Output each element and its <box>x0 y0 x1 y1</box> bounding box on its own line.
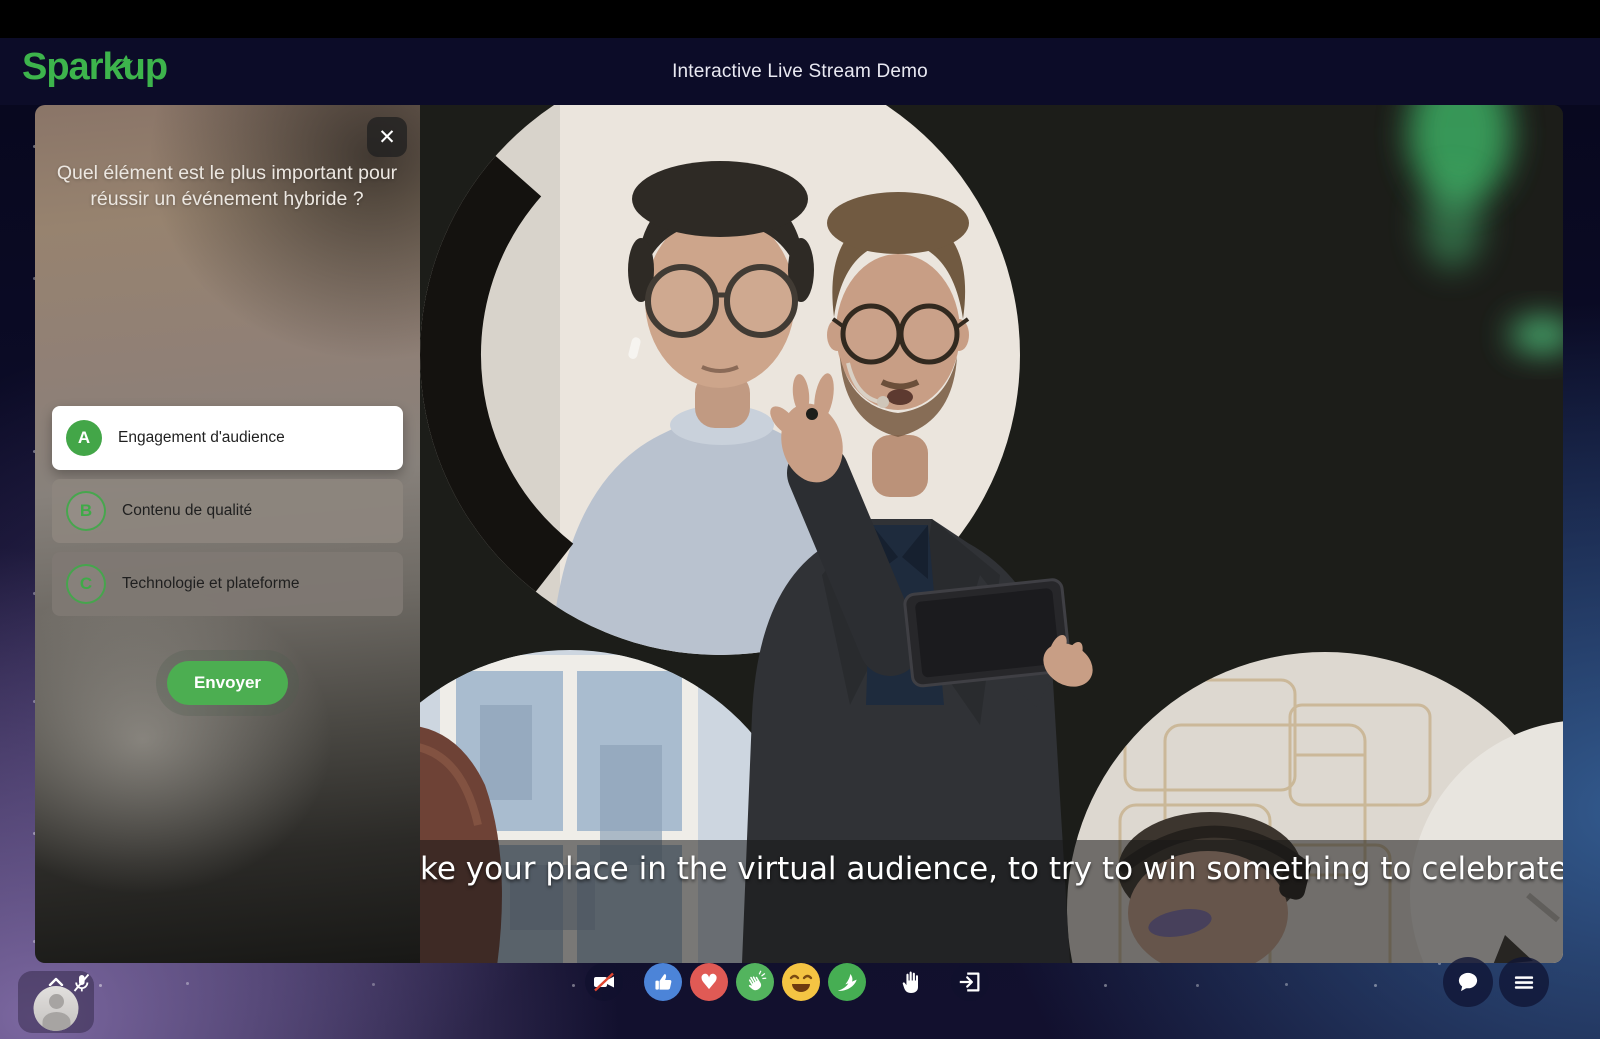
option-b-badge: B <box>66 491 106 531</box>
clap-icon[interactable] <box>736 963 774 1001</box>
heart-icon[interactable]: ♥ <box>690 963 728 1001</box>
live-video: ke your place in the virtual audience, t… <box>420 105 1563 963</box>
submit-vote-button[interactable]: Envoyer <box>167 661 288 705</box>
laugh-emoji-icon[interactable] <box>782 963 820 1001</box>
option-a-badge: A <box>66 420 102 456</box>
poll-option-a[interactable]: A Engagement d'audience <box>52 406 403 470</box>
mic-off-icon <box>72 973 91 998</box>
option-c-badge: C <box>66 564 106 604</box>
poll-question: Quel élément est le plus important pour … <box>49 160 405 213</box>
avatar <box>34 986 79 1031</box>
poll-option-c[interactable]: C Technologie et plateforme <box>52 552 403 616</box>
reaction-toolbar: ♥ <box>585 963 989 1001</box>
option-b-label: Contenu de qualité <box>122 502 252 520</box>
subtitle-band: ke your place in the virtual audience, t… <box>420 840 1563 963</box>
option-a-label: Engagement d'audience <box>118 429 285 447</box>
poll-option-b[interactable]: B Contenu de qualité <box>52 479 403 543</box>
close-icon[interactable]: ✕ <box>367 117 407 157</box>
page-title: Interactive Live Stream Demo <box>0 38 1600 105</box>
stage: ✕ Quel élément est le plus important pou… <box>35 105 1563 963</box>
poll-options: A Engagement d'audience B Contenu de qua… <box>52 406 403 616</box>
tablet <box>904 579 1071 687</box>
raise-hand-icon[interactable] <box>892 963 930 1001</box>
sparkup-bird-icon[interactable] <box>828 963 866 1001</box>
option-c-label: Technologie et plateforme <box>122 575 300 593</box>
chat-bubble-icon[interactable] <box>1443 957 1493 1007</box>
video-scene <box>420 105 1563 963</box>
subtitle-text: ke your place in the virtual audience, t… <box>420 851 1563 887</box>
poll-panel: ✕ Quel élément est le plus important pou… <box>35 105 420 963</box>
camera-off-icon[interactable] <box>585 963 623 1001</box>
menu-icon[interactable] <box>1499 957 1549 1007</box>
header-bar: Sparkup Interactive Live Stream Demo <box>0 38 1600 105</box>
self-view-tile[interactable] <box>18 971 94 1033</box>
enter-stage-icon[interactable] <box>951 963 989 1001</box>
thumbs-up-icon[interactable] <box>644 963 682 1001</box>
right-toolbar <box>1443 957 1549 1007</box>
top-black-strip <box>0 0 1600 38</box>
